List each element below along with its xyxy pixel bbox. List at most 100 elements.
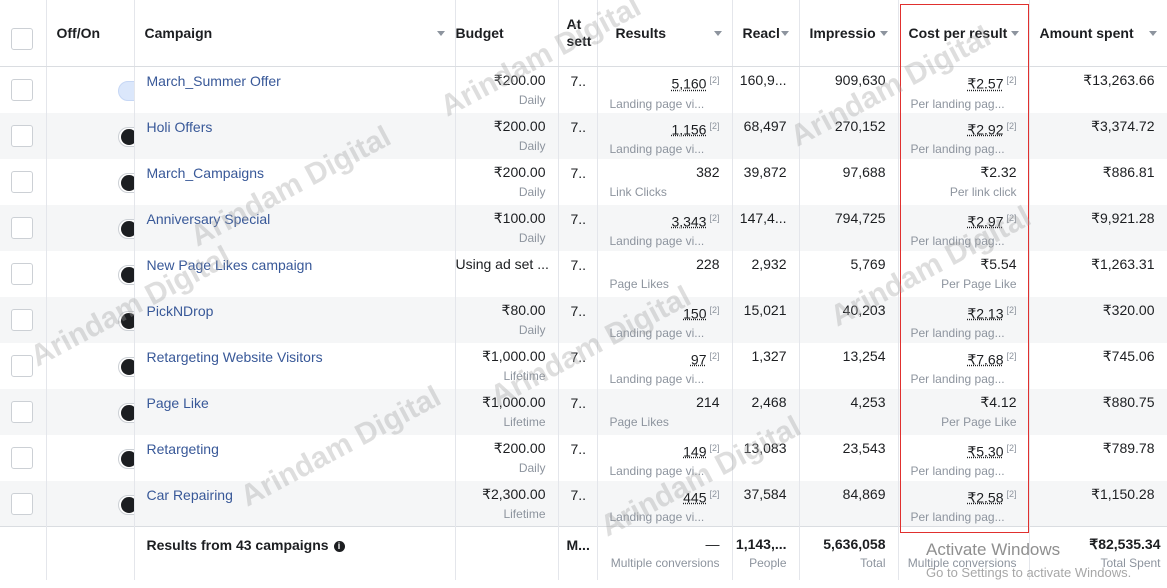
select-all-checkbox[interactable] bbox=[11, 28, 33, 50]
budget-cell[interactable]: ₹200.00 Daily bbox=[455, 112, 559, 159]
table-row[interactable]: PickNDrop ₹80.00 Daily 7.. 150 [2] Landing pag… bbox=[0, 296, 1167, 343]
table-row[interactable]: Holi Offers ₹200.00 Daily 7.. 1,156 [2] Landin… bbox=[0, 112, 1167, 159]
cost-per-result-number[interactable]: ₹5.54 bbox=[980, 256, 1016, 272]
row-toggle-cell[interactable] bbox=[46, 342, 135, 389]
row-toggle-cell[interactable] bbox=[46, 158, 135, 205]
campaign-toggle[interactable] bbox=[117, 402, 133, 423]
table-row[interactable]: New Page Likes campaign Using ad set ... 7… bbox=[0, 250, 1167, 297]
campaign-toggle[interactable] bbox=[117, 356, 133, 377]
results-number[interactable]: 228 bbox=[696, 256, 719, 272]
campaign-cell[interactable]: Retargeting bbox=[134, 434, 456, 481]
results-number[interactable]: 1,156 bbox=[671, 121, 706, 137]
results-number[interactable]: 3,343 bbox=[671, 213, 706, 229]
row-select-cell[interactable] bbox=[0, 204, 47, 251]
cost-per-result-number[interactable]: ₹4.12 bbox=[980, 394, 1016, 410]
campaign-toggle[interactable] bbox=[117, 126, 133, 147]
results-number[interactable]: 382 bbox=[696, 164, 719, 180]
campaign-toggle[interactable] bbox=[117, 448, 133, 469]
campaign-name-link[interactable]: March_Summer Offer bbox=[135, 67, 455, 89]
col-amount-spent[interactable]: Amount spent bbox=[1029, 0, 1167, 67]
select-all-cell[interactable] bbox=[0, 0, 47, 67]
row-toggle-cell[interactable] bbox=[46, 66, 135, 113]
col-reach[interactable]: Reacl bbox=[732, 0, 800, 67]
cost-per-result-number[interactable]: ₹5.30 bbox=[967, 443, 1003, 459]
col-cost-per-result[interactable]: Cost per result bbox=[898, 0, 1030, 67]
budget-cell[interactable]: ₹200.00 Daily bbox=[455, 434, 559, 481]
sort-arrow-icon[interactable] bbox=[713, 31, 722, 36]
campaign-toggle[interactable] bbox=[117, 264, 133, 285]
sort-arrow-icon[interactable] bbox=[1010, 31, 1019, 36]
budget-cell[interactable]: ₹80.00 Daily bbox=[455, 296, 559, 343]
campaign-name-link[interactable]: Retargeting bbox=[135, 435, 455, 457]
cost-per-result-number[interactable]: ₹2.97 bbox=[967, 213, 1003, 229]
campaign-cell[interactable]: March_Campaigns bbox=[134, 158, 456, 205]
table-row[interactable]: Anniversary Special ₹100.00 Daily 7.. 3,343[… bbox=[0, 204, 1167, 251]
budget-cell[interactable]: ₹100.00 Daily bbox=[455, 204, 559, 251]
results-number[interactable]: 214 bbox=[696, 394, 719, 410]
sort-arrow-icon[interactable] bbox=[879, 31, 888, 36]
row-select-cell[interactable] bbox=[0, 480, 47, 527]
col-impressions[interactable]: Impressio bbox=[799, 0, 899, 67]
table-row[interactable]: Retargeting Website Visitors ₹1,000.00 Lif… bbox=[0, 342, 1167, 389]
campaign-cell[interactable]: Car Repairing bbox=[134, 480, 456, 527]
row-checkbox[interactable] bbox=[11, 308, 33, 331]
cost-per-result-number[interactable]: ₹2.13 bbox=[967, 305, 1003, 321]
campaign-toggle[interactable] bbox=[117, 494, 133, 515]
campaign-cell[interactable]: PickNDrop bbox=[134, 296, 456, 343]
results-number[interactable]: 97 bbox=[691, 351, 707, 367]
campaign-name-link[interactable]: Anniversary Special bbox=[135, 205, 455, 227]
table-row[interactable]: March_Campaigns ₹200.00 Daily 7.. 382 Link Cl… bbox=[0, 158, 1167, 205]
campaign-cell[interactable]: Page Like bbox=[134, 388, 456, 435]
row-toggle-cell[interactable] bbox=[46, 204, 135, 251]
budget-cell[interactable]: ₹2,300.00 Lifetime bbox=[455, 480, 559, 527]
row-checkbox[interactable] bbox=[11, 492, 33, 515]
row-toggle-cell[interactable] bbox=[46, 112, 135, 159]
budget-cell[interactable]: ₹1,000.00 Lifetime bbox=[455, 388, 559, 435]
row-checkbox[interactable] bbox=[11, 446, 33, 469]
campaign-name-link[interactable]: PickNDrop bbox=[135, 297, 455, 319]
cost-per-result-number[interactable]: ₹2.58 bbox=[967, 489, 1003, 505]
table-row[interactable]: Page Like ₹1,000.00 Lifetime 7.. 214 Page Lik… bbox=[0, 388, 1167, 435]
cost-per-result-number[interactable]: ₹2.32 bbox=[980, 164, 1016, 180]
row-select-cell[interactable] bbox=[0, 434, 47, 481]
budget-cell[interactable]: ₹200.00 Daily bbox=[455, 158, 559, 205]
row-toggle-cell[interactable] bbox=[46, 296, 135, 343]
row-checkbox[interactable] bbox=[11, 400, 33, 423]
campaign-name-link[interactable]: Page Like bbox=[135, 389, 455, 411]
row-select-cell[interactable] bbox=[0, 296, 47, 343]
row-select-cell[interactable] bbox=[0, 342, 47, 389]
row-select-cell[interactable] bbox=[0, 158, 47, 205]
results-number[interactable]: 445 bbox=[683, 489, 706, 505]
row-checkbox[interactable] bbox=[11, 124, 33, 147]
col-budget[interactable]: Budget bbox=[455, 0, 559, 67]
campaign-name-link[interactable]: Retargeting Website Visitors bbox=[135, 343, 455, 365]
campaign-cell[interactable]: Anniversary Special bbox=[134, 204, 456, 251]
sort-arrow-icon[interactable] bbox=[780, 31, 789, 36]
col-offon[interactable]: Off/On bbox=[46, 0, 135, 67]
row-select-cell[interactable] bbox=[0, 112, 47, 159]
campaign-name-link[interactable]: Holi Offers bbox=[135, 113, 455, 135]
campaign-toggle[interactable] bbox=[117, 310, 133, 331]
row-checkbox[interactable] bbox=[11, 354, 33, 377]
row-checkbox[interactable] bbox=[11, 79, 33, 101]
row-toggle-cell[interactable] bbox=[46, 434, 135, 481]
campaign-cell[interactable]: Holi Offers bbox=[134, 112, 456, 159]
campaign-name-link[interactable]: New Page Likes campaign bbox=[135, 251, 455, 273]
row-checkbox[interactable] bbox=[11, 170, 33, 193]
row-checkbox[interactable] bbox=[11, 216, 33, 239]
info-icon[interactable]: i bbox=[333, 540, 345, 552]
campaign-cell[interactable]: Retargeting Website Visitors bbox=[134, 342, 456, 389]
table-row[interactable]: March_Summer Offer ₹200.00 Daily 7.. 5,160 [2… bbox=[0, 66, 1167, 113]
table-row[interactable]: Car Repairing ₹2,300.00 Lifetime 7.. 445 [2] L… bbox=[0, 480, 1167, 527]
budget-cell[interactable]: Using ad set ... bbox=[455, 250, 559, 297]
campaign-toggle[interactable] bbox=[117, 172, 133, 193]
budget-cell[interactable]: ₹200.00 Daily bbox=[455, 66, 559, 113]
cost-per-result-number[interactable]: ₹7.68 bbox=[967, 351, 1003, 367]
table-row[interactable]: Retargeting ₹200.00 Daily 7.. 149 [2] Landing … bbox=[0, 434, 1167, 481]
cost-per-result-number[interactable]: ₹2.92 bbox=[967, 121, 1003, 137]
campaign-cell[interactable]: New Page Likes campaign bbox=[134, 250, 456, 297]
campaign-toggle[interactable] bbox=[117, 81, 133, 101]
sort-arrow-icon[interactable] bbox=[436, 31, 445, 36]
col-campaign[interactable]: Campaign bbox=[134, 0, 456, 67]
results-number[interactable]: 149 bbox=[683, 443, 706, 459]
